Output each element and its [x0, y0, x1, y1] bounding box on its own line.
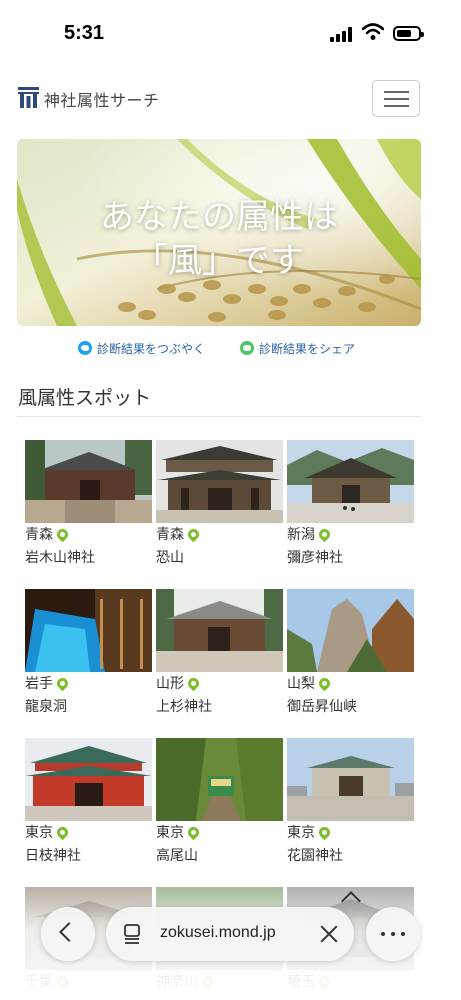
line-share-label: 診断結果をシェア — [259, 341, 356, 356]
spot-name[interactable]: 龍泉洞 — [25, 696, 67, 716]
spot-name[interactable]: 彌彦神社 — [287, 547, 343, 567]
location-pin-icon — [199, 973, 216, 989]
page-settings-icon[interactable] — [124, 924, 140, 944]
spot-photo[interactable] — [156, 589, 283, 672]
result-hero-banner: あなたの属性は 「風」です — [17, 139, 421, 326]
more-options-button[interactable] — [366, 907, 420, 961]
signal-icon — [330, 26, 354, 42]
spot-photo[interactable] — [25, 589, 152, 672]
address-bar[interactable]: zokusei.mond.jp — [106, 907, 354, 961]
spot-photo[interactable] — [25, 738, 152, 821]
line-icon — [240, 341, 254, 355]
site-brand[interactable]: 神社属性サーチ — [44, 87, 160, 111]
spot-prefecture: 新潟 — [287, 524, 333, 544]
spot-prefecture: 青森 — [156, 524, 202, 544]
location-pin-icon — [316, 526, 333, 542]
result-title: あなたの属性は 「風」です — [17, 195, 421, 283]
close-icon[interactable] — [318, 923, 340, 945]
spot-name[interactable]: 上杉神社 — [156, 696, 212, 716]
status-bar: 5:31 — [0, 0, 461, 68]
location-pin-icon — [185, 526, 202, 542]
spot-prefecture: 東京 — [287, 822, 333, 842]
spot-name[interactable]: 高尾山 — [156, 845, 198, 865]
spot-prefecture: 岩手 — [25, 673, 71, 693]
spot-photo[interactable] — [25, 440, 152, 523]
hamburger-menu-button[interactable] — [372, 80, 420, 117]
twitter-icon — [78, 341, 92, 355]
spot-prefecture: 東京 — [25, 822, 71, 842]
location-pin-icon — [54, 973, 71, 989]
battery-icon — [393, 26, 424, 41]
spot-photo[interactable] — [287, 738, 414, 821]
spot-name[interactable]: 御岳昇仙峡 — [287, 696, 357, 716]
spot-photo[interactable] — [156, 738, 283, 821]
location-pin-icon — [54, 675, 71, 691]
location-pin-icon — [316, 824, 333, 840]
location-pin-icon — [54, 526, 71, 542]
more-dots-icon — [381, 932, 405, 936]
location-pin-icon — [185, 824, 202, 840]
back-arrow-icon — [59, 922, 79, 942]
line-share-link[interactable]: 診断結果をシェア — [240, 339, 355, 357]
section-title: 風属性スポット — [18, 387, 152, 409]
hamburger-menu-icon — [384, 91, 409, 93]
location-pin-icon — [185, 675, 202, 691]
spot-photo[interactable] — [156, 440, 283, 523]
spot-photo[interactable] — [287, 440, 414, 523]
torii-logo-icon[interactable] — [18, 87, 39, 108]
spot-prefecture: 東京 — [156, 822, 202, 842]
tweet-result-link[interactable]: 診断結果をつぶやく — [78, 339, 205, 357]
spot-prefecture: 山梨 — [287, 673, 333, 693]
tweet-result-label: 診断結果をつぶやく — [97, 341, 206, 356]
result-line-2: 「風」です — [134, 241, 304, 281]
status-time: 5:31 — [64, 22, 105, 44]
wifi-icon — [362, 23, 384, 40]
spot-prefecture: 山形 — [156, 673, 202, 693]
location-pin-icon — [316, 675, 333, 691]
location-pin-icon — [316, 973, 333, 989]
spot-prefecture: 埼玉 — [287, 971, 333, 991]
back-button[interactable] — [41, 907, 95, 961]
spot-name[interactable]: 日枝神社 — [25, 845, 81, 865]
spot-prefecture: 千葉 — [25, 971, 71, 991]
spot-prefecture: 神奈川 — [156, 971, 216, 991]
spot-name[interactable]: 恐山 — [156, 547, 184, 567]
spot-prefecture: 青森 — [25, 524, 71, 544]
section-divider — [17, 416, 421, 417]
result-line-1: あなたの属性は — [100, 197, 338, 237]
spot-name[interactable]: 花園神社 — [287, 845, 343, 865]
spot-name[interactable]: 岩木山神社 — [25, 547, 95, 567]
location-pin-icon — [54, 824, 71, 840]
spot-photo[interactable] — [287, 589, 414, 672]
url-text[interactable]: zokusei.mond.jp — [160, 924, 276, 942]
